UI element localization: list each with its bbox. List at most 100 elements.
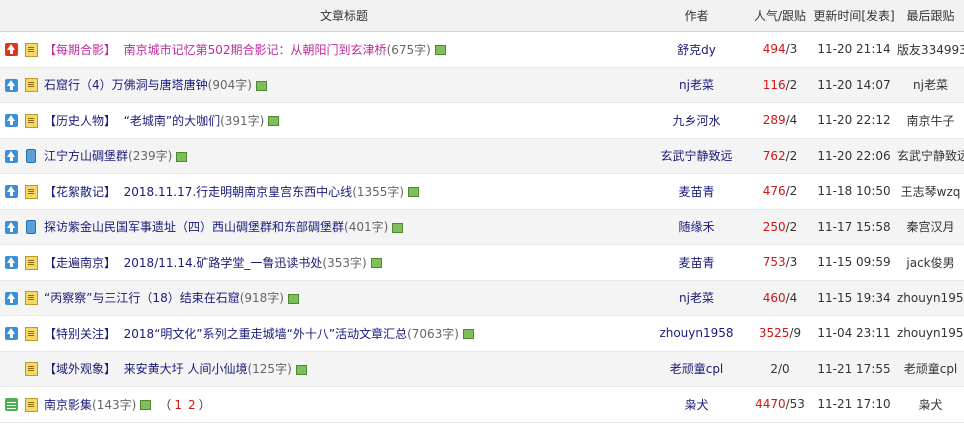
thread-title-link[interactable]: 探访紫金山民国军事遗址（四）西山碉堡群和东部碉堡群 — [44, 220, 344, 234]
author-link[interactable]: nj老菜 — [679, 78, 714, 92]
attachment-icon — [176, 151, 188, 162]
update-time: 11-20 14:07 — [817, 77, 891, 92]
status-cell — [0, 31, 22, 68]
thread-title-link[interactable]: 南京影集 — [44, 398, 92, 412]
view-count: 289 — [762, 113, 786, 128]
last-reply-user[interactable]: 南京牛子 — [906, 114, 954, 128]
author-link[interactable]: 麦苗青 — [678, 256, 714, 270]
type-cell — [22, 138, 40, 174]
page-link-1[interactable]: 1 — [174, 398, 182, 412]
thread-tag[interactable]: 【历史人物】 — [44, 114, 116, 128]
view-count: 4470 — [755, 397, 786, 412]
last-reply-user[interactable]: 枭犬 — [918, 398, 942, 412]
doc-icon — [24, 255, 38, 270]
phone-icon — [26, 149, 36, 163]
thread-size: (401字) — [344, 220, 389, 235]
table-row: 【历史人物】 “老城南”的大咖们(391字) 九乡河水 289/4 11-20 22:… — [0, 102, 964, 139]
arrow-stem — [9, 120, 13, 126]
updated-cell: 11-21 17:10 — [811, 386, 897, 423]
status-cell — [0, 244, 22, 281]
last-reply-user[interactable]: zhouyn1958 — [897, 291, 964, 305]
author-cell: zhouyn1958 — [644, 315, 749, 352]
up-arrow-icon — [4, 291, 18, 305]
arrow-stem — [9, 333, 13, 339]
author-link[interactable]: 舒克dy — [677, 43, 716, 57]
popularity-cell: 2/0 — [749, 351, 811, 387]
last-reply-user[interactable]: jack俊男 — [906, 256, 954, 270]
thread-title-link[interactable]: 石窟行（4）万佛洞与唐塔唐钟 — [44, 78, 208, 92]
table-row: 南京影集(143字) （1 2） 枭犬 4470/53 11-21 17:10 枭犬 — [0, 386, 964, 423]
last-reply-user[interactable]: 玄武宁静致远 — [897, 149, 964, 163]
update-time: 11-15 09:59 — [817, 255, 891, 270]
thread-size: (125字) — [247, 362, 292, 377]
author-link[interactable]: 枭犬 — [684, 398, 708, 412]
popularity-cell: 460/4 — [749, 280, 811, 316]
popularity-cell: 250/2 — [749, 209, 811, 245]
status-cell — [0, 315, 22, 352]
reply-count: /2 — [785, 77, 798, 92]
table-row: 【走遍南京】 2018/11.14.矿路学堂_一鲁迅读书处(353字) 麦苗青 75… — [0, 244, 964, 281]
author-link[interactable]: 九乡河水 — [672, 114, 720, 128]
thread-title-link[interactable]: 2018.11.17.行走明朝南京皇宫东西中心线 — [124, 185, 353, 199]
author-link[interactable]: 老顽童cpl — [670, 362, 724, 376]
table-row: 江宁方山碉堡群(239字) 玄武宁静致远 762/2 11-20 22:06 玄武宁静致… — [0, 138, 964, 174]
type-cell — [22, 351, 40, 387]
updated-cell: 11-20 22:12 — [811, 102, 897, 139]
thread-tag[interactable]: 【走遍南京】 — [44, 256, 116, 270]
title-cell: 【走遍南京】 2018/11.14.矿路学堂_一鲁迅读书处(353字) — [40, 244, 644, 281]
reply-count: /4 — [785, 290, 798, 305]
status-cell — [0, 67, 22, 103]
thread-tag[interactable]: 【域外观象】 — [44, 362, 116, 376]
author-link[interactable]: 麦苗青 — [678, 185, 714, 199]
last-reply-user[interactable]: 老顽童cpl — [904, 362, 958, 376]
thread-title-link[interactable]: “丙察察”与三江行（18）结束在石窟 — [44, 291, 240, 305]
attachment-icon — [140, 400, 152, 411]
thread-title-link[interactable]: 江宁方山碉堡群 — [44, 149, 128, 163]
attachment-icon — [434, 45, 446, 56]
view-count: 460 — [762, 290, 786, 305]
thread-tag[interactable]: 【每期合影】 — [44, 43, 116, 57]
popularity-cell: 494/3 — [749, 31, 811, 68]
updated-cell: 11-20 14:07 — [811, 67, 897, 103]
type-cell — [22, 315, 40, 352]
author-cell: 随缘禾 — [644, 209, 749, 245]
update-time: 11-18 10:50 — [817, 184, 891, 199]
last-reply-cell: jack俊男 — [897, 244, 964, 281]
popularity-cell: 116/2 — [749, 67, 811, 103]
thread-title-link[interactable]: 2018/11.14.矿路学堂_一鲁迅读书处 — [124, 256, 323, 270]
author-link[interactable]: nj老菜 — [679, 291, 714, 305]
author-link[interactable]: zhouyn1958 — [659, 326, 733, 340]
doc-icon — [24, 291, 38, 305]
thread-title-link[interactable]: 来安黄大圩 人间小仙境 — [124, 362, 248, 376]
doc-icon — [24, 326, 38, 341]
author-link[interactable]: 随缘禾 — [678, 220, 714, 234]
page-bracket: （ — [159, 397, 172, 412]
thread-title-link[interactable]: 南京城市记忆第502期合影记：从朝阳门到玄津桥 — [124, 43, 387, 57]
last-reply-user[interactable]: 秦宫汉月 — [906, 220, 954, 234]
page-link-2[interactable]: 2 — [188, 398, 196, 412]
last-reply-user[interactable]: zhouyn1958 — [897, 326, 964, 340]
thread-tag[interactable]: 【特别关注】 — [44, 327, 116, 341]
thread-title-link[interactable]: 2018“明文化”系列之重走城墙“外十八”活动文章汇总 — [124, 327, 407, 341]
last-reply-user[interactable]: 王志琴wzq — [901, 185, 961, 199]
status-cell — [0, 138, 22, 174]
reply-count: /2 — [785, 184, 798, 199]
author-link[interactable]: 玄武宁静致远 — [660, 149, 732, 163]
view-count: 494 — [762, 42, 786, 57]
author-cell: 麦苗青 — [644, 173, 749, 210]
last-reply-user[interactable]: 版友33499356 — [897, 43, 964, 57]
page-links: （1 2） — [159, 398, 210, 412]
hot-arrow-icon — [4, 43, 18, 57]
author-cell: 九乡河水 — [644, 102, 749, 139]
view-count: 2 — [770, 361, 778, 376]
arrow-stem — [9, 226, 13, 232]
type-cell — [22, 173, 40, 210]
thread-title-link[interactable]: “老城南”的大咖们 — [124, 114, 220, 128]
thread-size: (675字) — [386, 42, 431, 57]
attachment-icon — [462, 329, 474, 340]
popularity-cell: 3525/9 — [749, 315, 811, 352]
header-status — [0, 0, 22, 32]
thread-tag[interactable]: 【花絮散记】 — [44, 185, 116, 199]
title-cell: 【域外观象】 来安黄大圩 人间小仙境(125字) — [40, 351, 644, 387]
last-reply-user[interactable]: nj老菜 — [913, 78, 948, 92]
